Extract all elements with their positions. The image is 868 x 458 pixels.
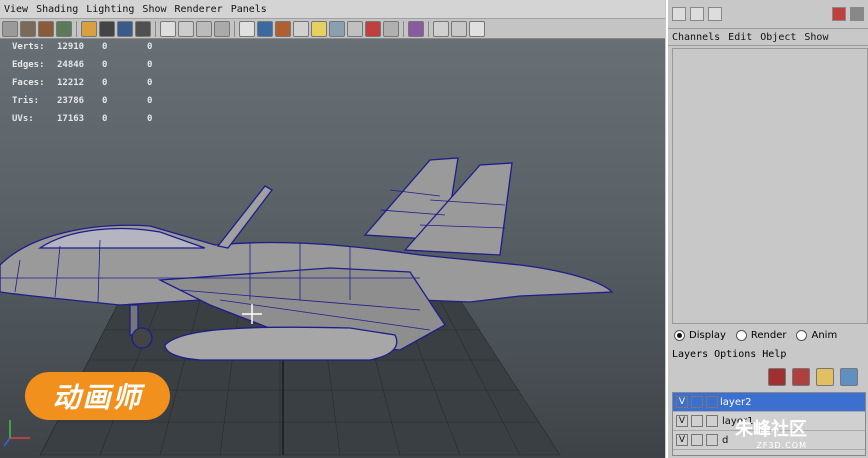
grid-toggle-icon[interactable] [81,20,97,37]
hud-toggle-icon[interactable] [469,20,485,37]
menu-object[interactable]: Object [756,32,800,43]
image-plane-icon[interactable] [56,20,72,37]
layer-move-up-icon[interactable] [816,368,834,386]
bookmark-icon[interactable] [38,20,54,37]
visibility-toggle[interactable]: V [676,396,688,408]
antialias-icon[interactable] [383,20,399,37]
wireframe-on-shaded-icon[interactable] [196,20,212,37]
motion-blur-icon[interactable] [365,20,381,37]
visibility-toggle[interactable]: V [676,415,688,427]
anim-label: Anim [811,330,838,341]
animator-logo: 动画师 [25,372,170,420]
ambient-occlusion-icon[interactable] [347,20,363,37]
menu-lighting[interactable]: Lighting [82,4,138,15]
menu-options[interactable]: Options [714,349,762,360]
layer-mode-selector: Display Render Anim [670,330,868,341]
smooth-shade-icon[interactable] [178,20,194,37]
watermark-sub: ZF3D.COM [756,441,807,450]
shadows-icon[interactable] [329,20,345,37]
hud-row-faces: Faces: 12212 0 0 [12,78,153,88]
hud-row-uvs: UVs: 17163 0 0 [12,114,153,124]
view-axis-icon [4,420,30,447]
toolbar-separator [403,20,404,37]
color-swatch-icon[interactable] [706,434,718,446]
xray-joints-icon[interactable] [433,20,449,37]
tool-settings-toggle-icon[interactable] [708,7,722,21]
menu-panels[interactable]: Panels [227,4,271,15]
template-toggle[interactable] [691,415,703,427]
textured-icon[interactable] [275,20,291,37]
wireframe-icon[interactable] [160,20,176,37]
toolbar-separator [76,20,77,37]
channel-box-toggle-icon[interactable] [672,7,686,21]
new-layer-selected-icon[interactable] [792,368,810,386]
toolbar-separator [155,20,156,37]
render-label: Render [750,330,787,341]
color-swatch-icon[interactable] [706,396,718,408]
menu-help[interactable]: Help [762,349,792,360]
right-panel: Channels Edit Object Show Display Render… [666,0,868,458]
film-gate-icon[interactable] [99,20,115,37]
watermark: 朱峰社区 ZF3D.COM [735,415,807,450]
menu-channels[interactable]: Channels [668,32,724,43]
render-radio[interactable] [735,330,747,341]
help-icon[interactable] [850,7,864,21]
select-camera-icon[interactable] [2,20,18,37]
layer-name: layer2 [720,396,752,408]
menu-renderer[interactable]: Renderer [171,4,227,15]
menu-edit[interactable]: Edit [724,32,756,43]
resolution-gate-icon[interactable] [117,20,133,37]
hud-row-tris: Tris: 23786 0 0 [12,96,153,106]
display-label: Display [689,330,726,341]
xray-active-icon[interactable] [451,20,467,37]
menu-view[interactable]: View [0,4,32,15]
new-layer-icon[interactable] [768,368,786,386]
visibility-toggle[interactable]: V [676,434,688,446]
channel-box-menu: Channels Edit Object Show [668,29,868,46]
anim-radio[interactable] [796,330,808,341]
layer-buttons [768,368,858,386]
poly-count-hud: Verts: 12910 0 0 Edges: 24846 0 0 Faces:… [12,38,177,128]
color-swatch-icon[interactable] [706,415,718,427]
cube-wire-icon[interactable] [239,20,255,37]
menu-shading[interactable]: Shading [32,4,82,15]
gate-mask-icon[interactable] [135,20,151,37]
toolbar-separator [428,20,429,37]
hud-row-verts: Verts: 12910 0 0 [12,42,153,52]
layer-editor-menu: Layers Options Help [672,349,792,360]
template-toggle[interactable] [691,434,703,446]
channel-box-area[interactable] [672,48,868,324]
template-toggle[interactable] [691,396,703,408]
hud-row-edges: Edges: 24846 0 0 [12,60,153,70]
display-radio[interactable] [674,330,685,341]
xray-icon[interactable] [214,20,230,37]
light-bulb-icon[interactable] [311,20,327,37]
color-icon[interactable] [832,7,846,21]
watermark-text: 朱峰社区 [735,419,807,440]
isolate-select-icon[interactable] [408,20,424,37]
menu-layers[interactable]: Layers [672,349,714,360]
viewport-menubar: View Shading Lighting Show Renderer Pane… [0,0,665,19]
viewport-toolbar [0,19,665,39]
menu-show[interactable]: Show [800,32,832,43]
cube-shaded-icon[interactable] [257,20,273,37]
menu-show[interactable]: Show [138,4,170,15]
aircraft-model [0,157,614,361]
layer-name: d [722,434,729,446]
layer-move-down-icon[interactable] [840,368,858,386]
attribute-editor-toggle-icon[interactable] [690,7,704,21]
camera-attributes-icon[interactable] [20,20,36,37]
toolbar-separator [234,20,235,37]
channel-box-toolbar [668,0,868,29]
layer-row[interactable]: V layer2 [673,393,865,412]
use-all-lights-icon[interactable] [293,20,309,37]
perspective-viewport[interactable]: View Shading Lighting Show Renderer Pane… [0,0,665,458]
